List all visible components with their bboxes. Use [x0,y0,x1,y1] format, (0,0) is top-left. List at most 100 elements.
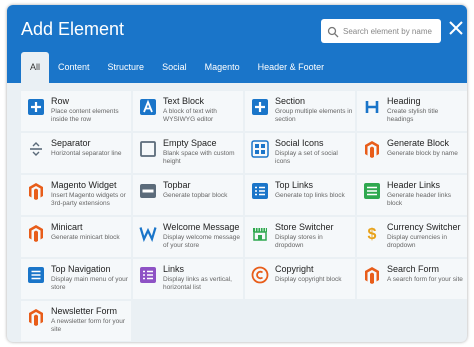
element-card-topbar[interactable]: Topbar Generate topbar block [133,175,243,215]
element-card-minicart[interactable]: Minicart Generate minicart block [21,217,131,257]
store-icon [251,224,269,242]
search-box[interactable] [321,19,441,43]
element-name: Magento Widget [51,180,117,190]
svg-text:$: $ [368,226,377,242]
element-name: Top Links [275,180,314,190]
element-description: Display currencies in dropdown [387,234,447,249]
element-card-empty-space[interactable]: Empty Space Blank space with custom heigh… [133,133,243,173]
magento-icon [27,224,45,242]
element-card-social-icons[interactable]: Social Icons Display a set of social icon… [245,133,355,173]
search-input[interactable] [343,26,439,36]
element-description: Display links as vertical, horizontal li… [163,276,232,291]
element-card-welcome-message[interactable]: Welcome Message Display welcome message o… [133,217,243,257]
element-card-generate-block[interactable]: Generate Block Generate block by name [357,133,467,173]
element-name: Section [275,96,306,106]
element-card-section[interactable]: Section Group multiple elements in sectio… [245,91,355,131]
element-card-newsletter-form[interactable]: Newsletter Form A newsletter form for you… [21,301,131,341]
element-name: Header Links [387,180,441,190]
element-description: Create stylish title headings [387,108,439,123]
w-letter-icon [139,224,157,242]
element-name: Row [51,96,70,106]
element-card-separator[interactable]: Separator Horizontal separator line [21,133,131,173]
element-description: Generate block by name [387,150,458,157]
element-card-heading[interactable]: Heading Create stylish title headings [357,91,467,131]
element-name: Newsletter Form [51,306,118,316]
search-icon [327,25,339,38]
list-icon [251,182,269,200]
element-name: Welcome Message [163,222,240,232]
element-card-text-block[interactable]: Text Block A block of text with WYSIWYG e… [133,91,243,131]
magento-icon [27,182,45,200]
element-card-links[interactable]: Links Display links as vertical, horizont… [133,259,243,299]
tab-structure[interactable]: Structure [99,52,154,83]
element-description: Insert Magento widgets or 3rd-party exte… [51,192,126,207]
tab-header-and-footer[interactable]: Header & Footer [249,52,334,83]
add-element-dialog: Add Element AllContentStructureSocialMag… [7,5,467,342]
element-description: Horizontal separator line [51,150,122,157]
list-icon [139,266,157,284]
element-name: Minicart [51,222,83,232]
element-card-store-switcher[interactable]: Store Switcher Display stores in dropdown [245,217,355,257]
element-description: Display main menu of your store [51,276,128,291]
tab-all[interactable]: All [21,52,50,83]
separator-icon [27,140,45,158]
element-card-top-links[interactable]: Top Links Generate top links block [245,175,355,215]
magento-icon [363,140,381,158]
tab-bar: All Content Structure Social Magento Header &… [21,52,333,83]
close-icon[interactable] [447,19,465,37]
element-description: A search form for your site [387,276,463,283]
element-description: Display a set of social icons [275,150,338,165]
element-description: Generate top links block [275,192,345,199]
element-name: Links [163,264,185,274]
element-name: Separator [51,138,91,148]
element-name: Heading [387,96,421,106]
element-description: A newsletter form for your site [51,318,126,333]
element-description: Group multiple elements in section [275,108,353,123]
element-name: Store Switcher [275,222,334,232]
element-card-row[interactable]: Row Place content elements inside the row [21,91,131,131]
dialog-header: Add Element AllContentStructureSocialMag… [7,5,467,83]
element-description: Display stores in dropdown [275,234,323,249]
tab-magento[interactable]: Magento [196,52,249,83]
element-card-copyright[interactable]: Copyright Display copyright block [245,259,355,299]
element-name: Empty Space [163,138,217,148]
element-name: Currency Switcher [387,222,461,232]
element-description: Generate minicart block [51,234,120,241]
element-card-search-form[interactable]: Search Form A search form for your site [357,259,467,299]
element-description: Display welcome message of your store [163,234,240,249]
element-card-currency-switcher[interactable]: $ Currency Switcher Display currencies in … [357,217,467,257]
element-name: Copyright [275,264,314,274]
element-card-magento-widget[interactable]: Magento Widget Insert Magento widgets or … [21,175,131,215]
social-icons-icon [251,140,269,158]
element-card-top-navigation[interactable]: Top Navigation Display main menu of your … [21,259,131,299]
element-description: Generate topbar block [163,192,228,199]
dialog-title: Add Element [21,19,125,39]
heading-h-icon [363,98,381,116]
element-description: Place content elements inside the row [51,108,119,123]
element-name: Generate Block [387,138,450,148]
text-a-icon [139,98,157,116]
topbar-icon [139,182,157,200]
plus-square-icon [27,98,45,116]
element-grid: Row Place content elements inside the row… [21,91,467,341]
header-links-icon [363,182,381,200]
tab-social[interactable]: Social [153,52,196,83]
element-description: Blank space with custom height [163,150,235,165]
element-name: Social Icons [275,138,324,148]
element-name: Search Form [387,264,440,274]
element-description: Generate header links block [387,192,451,207]
magento-icon [363,266,381,284]
dollar-icon: $ [363,224,381,242]
element-card-header-links[interactable]: Header Links Generate header links block [357,175,467,215]
tab-content[interactable]: Content [49,52,99,83]
element-name: Text Block [163,96,205,106]
empty-square-icon [139,140,157,158]
copyright-icon [251,266,269,284]
element-name: Top Navigation [51,264,111,274]
element-name: Topbar [163,180,191,190]
menu-icon [27,266,45,284]
element-description: A block of text with WYSIWYG editor [163,108,217,123]
element-description: Display copyright block [275,276,342,283]
magento-icon [27,308,45,326]
plus-square-icon [251,98,269,116]
